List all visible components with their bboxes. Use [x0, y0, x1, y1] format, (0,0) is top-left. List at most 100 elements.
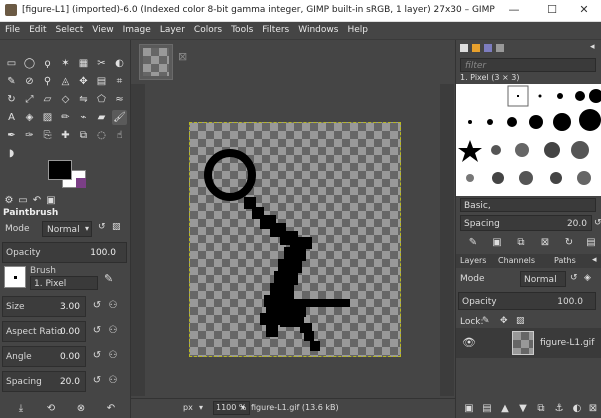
device-status-tab-icon[interactable]: ▭ [16, 194, 30, 208]
crop-icon[interactable]: ⌗ [112, 74, 127, 89]
align-icon[interactable]: ▤ [94, 74, 109, 89]
dodge-burn-icon[interactable]: ◗ [4, 146, 19, 161]
close-button[interactable]: ✕ [570, 3, 598, 19]
brush-name-field[interactable]: 1. Pixel [30, 276, 98, 290]
patterns-tab-icon[interactable] [472, 44, 480, 52]
free-select-icon[interactable]: ϙ [40, 56, 55, 71]
ellipse-select-icon[interactable]: ◯ [22, 56, 37, 71]
tab-paths[interactable]: Paths [554, 256, 576, 268]
new-layer-icon[interactable]: ▣ [462, 402, 476, 416]
zoom-icon[interactable]: ⚲ [40, 74, 55, 89]
reset-spacing-icon[interactable]: ↺ [90, 374, 104, 388]
brush-grid[interactable] [456, 84, 601, 196]
fuzzy-select-icon[interactable]: ✶ [58, 56, 73, 71]
cage-icon[interactable]: ⬠ [94, 92, 109, 107]
menu-image[interactable]: Image [118, 22, 155, 35]
scale-icon[interactable]: ⤢ [22, 92, 37, 107]
text-icon[interactable]: A [4, 110, 19, 125]
mode-select[interactable]: Normal ▾ [42, 221, 92, 237]
document-history-tab-icon[interactable] [496, 44, 504, 52]
link-aspect-icon[interactable]: ⚇ [106, 324, 120, 338]
restore-options-icon[interactable]: ⟲ [44, 402, 58, 416]
flip-icon[interactable]: ⇋ [76, 92, 91, 107]
layer-composite-icon[interactable]: ◈ [584, 273, 591, 283]
maximize-button[interactable]: ☐ [538, 3, 566, 19]
mypaint-brush-icon[interactable]: ✑ [22, 128, 37, 143]
delete-brush-icon[interactable]: ⊠ [538, 236, 552, 250]
undo-history-tab-icon[interactable]: ↶ [30, 194, 44, 208]
alpha-lock-icon[interactable]: ▨ [112, 222, 121, 232]
delete-layer-icon[interactable]: ⊠ [586, 402, 600, 416]
bucket-fill-icon[interactable]: ◈ [22, 110, 37, 125]
default-colors-icon[interactable] [76, 178, 86, 188]
smudge-icon[interactable]: ☝ [112, 128, 127, 143]
menu-filters[interactable]: Filters [257, 22, 293, 35]
link-spacing-icon[interactable]: ⚇ [106, 374, 120, 388]
images-tab-icon[interactable]: ▣ [44, 194, 58, 208]
brush-filter-input[interactable]: filter [460, 58, 596, 72]
gradient-icon[interactable]: ▨ [40, 110, 55, 125]
paintbrush-icon[interactable]: 🖌 [112, 110, 127, 125]
brush-spacing-slider[interactable]: Spacing 20.0 [460, 215, 592, 231]
warp-icon[interactable]: ≈ [112, 92, 127, 107]
fonts-tab-icon[interactable] [484, 44, 492, 52]
duplicate-layer-icon[interactable]: ⧉ [534, 402, 548, 416]
menu-tools[interactable]: Tools [226, 22, 257, 35]
menu-file[interactable]: File [0, 22, 24, 35]
dock-menu-icon[interactable]: ◂ [590, 42, 595, 52]
reset-spacing-icon[interactable]: ↺ [594, 218, 601, 228]
menu-edit[interactable]: Edit [24, 22, 50, 35]
menu-view[interactable]: View [87, 22, 117, 35]
opacity-slider[interactable]: Opacity 100.0 [2, 242, 127, 263]
brush-preset-select[interactable]: Basic, [460, 198, 596, 212]
open-brush-icon[interactable]: ▤ [584, 236, 598, 250]
menu-select[interactable]: Select [51, 22, 88, 35]
reset-mode-icon[interactable]: ↺ [98, 222, 106, 232]
reset-layer-mode-icon[interactable]: ↺ [570, 273, 578, 283]
close-image-tab-icon[interactable]: ⊠ [178, 50, 187, 63]
heal-icon[interactable]: ✚ [58, 128, 73, 143]
layer-row[interactable]: 👁 figure-L1.gif [456, 328, 601, 358]
lower-layer-icon[interactable]: ▼ [516, 402, 530, 416]
menu-colors[interactable]: Colors [189, 22, 226, 35]
tab-layers[interactable]: Layers [460, 256, 486, 268]
edit-brush-icon[interactable]: ✎ [466, 236, 480, 250]
color-picker-icon[interactable]: ⊘ [22, 74, 37, 89]
size-slider[interactable]: Size 3.00 [2, 296, 86, 317]
layers-menu-icon[interactable]: ◂ [592, 255, 597, 265]
visibility-eye-icon[interactable]: 👁 [462, 336, 476, 349]
color-select-icon[interactable]: ▦ [76, 56, 91, 71]
reset-angle-icon[interactable]: ↺ [90, 349, 104, 363]
airbrush-icon[interactable]: ⌁ [76, 110, 91, 125]
duplicate-brush-icon[interactable]: ⧉ [514, 236, 528, 250]
scissors-icon[interactable]: ✂ [94, 56, 109, 71]
pencil-icon[interactable]: ✏ [58, 110, 73, 125]
new-group-icon[interactable]: ▤ [480, 402, 494, 416]
anchor-layer-icon[interactable]: ⚓ [552, 402, 566, 416]
link-angle-icon[interactable]: ⚇ [106, 349, 120, 363]
perspective-clone-icon[interactable]: ⧉ [76, 128, 91, 143]
lock-alpha-icon[interactable]: ▨ [516, 316, 525, 326]
paths-icon[interactable]: ✎ [4, 74, 19, 89]
brush-preview[interactable] [4, 266, 26, 288]
tab-channels[interactable]: Channels [498, 256, 535, 268]
tool-options-tab-icon[interactable]: ⚙ [2, 194, 16, 208]
foreground-select-icon[interactable]: ◐ [112, 56, 127, 71]
mask-layer-icon[interactable]: ◐ [570, 402, 584, 416]
rect-select-icon[interactable]: ▭ [4, 56, 19, 71]
menu-layer[interactable]: Layer [155, 22, 189, 35]
aspect-ratio-slider[interactable]: Aspect Ratio 0.00 [2, 321, 86, 342]
move-icon[interactable]: ✥ [76, 74, 91, 89]
angle-slider[interactable]: Angle 0.00 [2, 346, 86, 367]
layer-mode-select[interactable]: Normal [520, 271, 566, 287]
ink-icon[interactable]: ✒ [4, 128, 19, 143]
lock-position-icon[interactable]: ✥ [500, 316, 508, 326]
brushes-tab-icon[interactable] [460, 44, 468, 52]
edit-brush-icon[interactable]: ✎ [104, 272, 113, 285]
eraser-icon[interactable]: ▰ [94, 110, 109, 125]
measure-icon[interactable]: ◬ [58, 74, 73, 89]
perspective-icon[interactable]: ◇ [58, 92, 73, 107]
menu-help[interactable]: Help [342, 22, 372, 35]
image-tab[interactable] [139, 44, 173, 80]
menu-windows[interactable]: Windows [293, 22, 342, 35]
